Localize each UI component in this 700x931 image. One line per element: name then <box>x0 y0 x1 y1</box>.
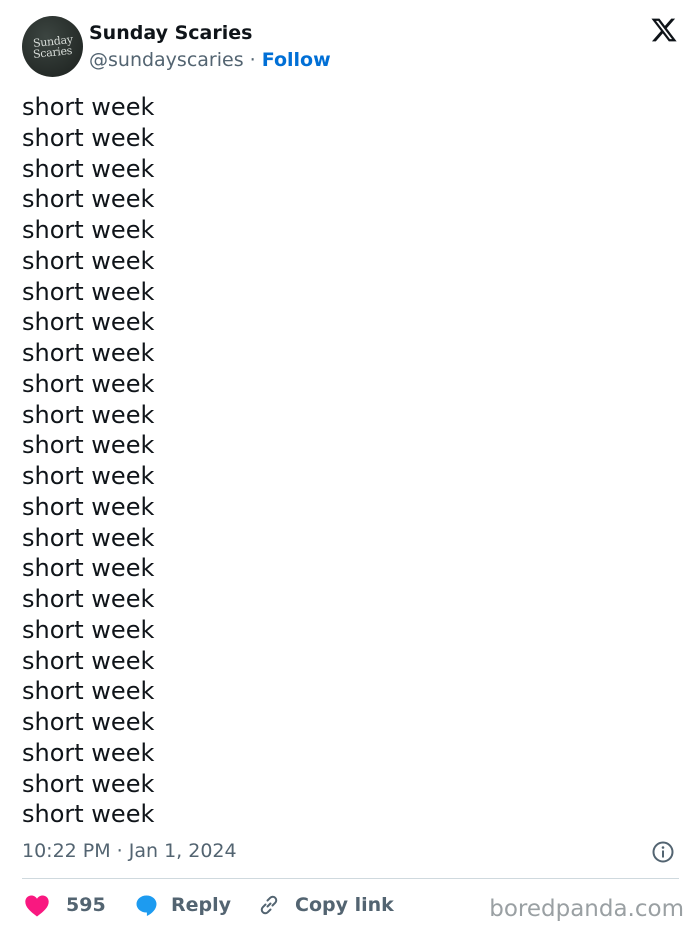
tweet-text-line: short week <box>22 246 155 275</box>
tweet-text-line: short week <box>22 708 155 736</box>
divider <box>22 878 679 879</box>
tweet-text-line: short week <box>22 800 155 829</box>
tweet-text: short week short week short week short week… <box>22 92 662 830</box>
tweet-text-line: short week <box>22 462 155 490</box>
like-count: 595 <box>66 894 106 916</box>
copy-link-button[interactable]: Copy link <box>257 890 394 920</box>
tweet-text-line: short week <box>22 646 155 675</box>
info-icon[interactable] <box>651 840 675 864</box>
watermark: boredpanda.com <box>489 896 684 922</box>
avatar-text-line-2: Scaries <box>32 43 73 61</box>
handle[interactable]: @sundayscaries <box>89 49 244 71</box>
tweet-text-line: short week <box>22 769 155 798</box>
tweet-text-line: short week <box>22 738 155 767</box>
tweet-header: Sunday Scaries Sunday Scaries @sundaysca… <box>22 16 682 78</box>
follow-button[interactable]: Follow <box>262 49 331 71</box>
tweet-text-line: short week <box>22 185 155 214</box>
tweet-text-line: short week <box>22 431 155 460</box>
heart-icon <box>25 895 49 917</box>
separator: · <box>249 49 256 71</box>
avatar[interactable]: Sunday Scaries <box>22 16 83 77</box>
tweet-text-line: short week <box>22 615 155 644</box>
reply-button[interactable]: Reply <box>134 890 231 920</box>
x-logo-icon[interactable] <box>650 16 678 44</box>
tweet-text-line: short week <box>22 554 155 583</box>
tweet-text-line: short week <box>22 277 155 306</box>
link-icon <box>260 895 278 915</box>
tweet-text-line: short week <box>22 216 155 244</box>
like-button[interactable]: 595 <box>24 890 106 920</box>
tweet-text-line: short week <box>22 308 155 337</box>
tweet-text-line: short week <box>22 93 155 121</box>
handle-row: @sundayscaries · Follow <box>89 49 331 71</box>
tweet-text-line: short week <box>22 400 155 429</box>
tweet-text-line: short week <box>22 339 155 367</box>
tweet-text-line: short week <box>22 523 155 552</box>
tweet-card: Sunday Scaries Sunday Scaries @sundaysca… <box>0 0 700 931</box>
tweet-text-line: short week <box>22 585 155 613</box>
timestamp[interactable]: 10:22 PM · Jan 1, 2024 <box>22 840 237 862</box>
tweet-text-line: short week <box>22 492 155 521</box>
tweet-text-line: short week <box>22 123 155 152</box>
reply-bubble-icon <box>136 895 157 916</box>
tweet-text-line: short week <box>22 369 155 398</box>
copy-link-label: Copy link <box>295 894 394 916</box>
reply-label: Reply <box>171 894 232 916</box>
display-name[interactable]: Sunday Scaries <box>89 22 252 44</box>
tweet-text-line: short week <box>22 677 155 706</box>
tweet-text-line: short week <box>22 154 155 183</box>
